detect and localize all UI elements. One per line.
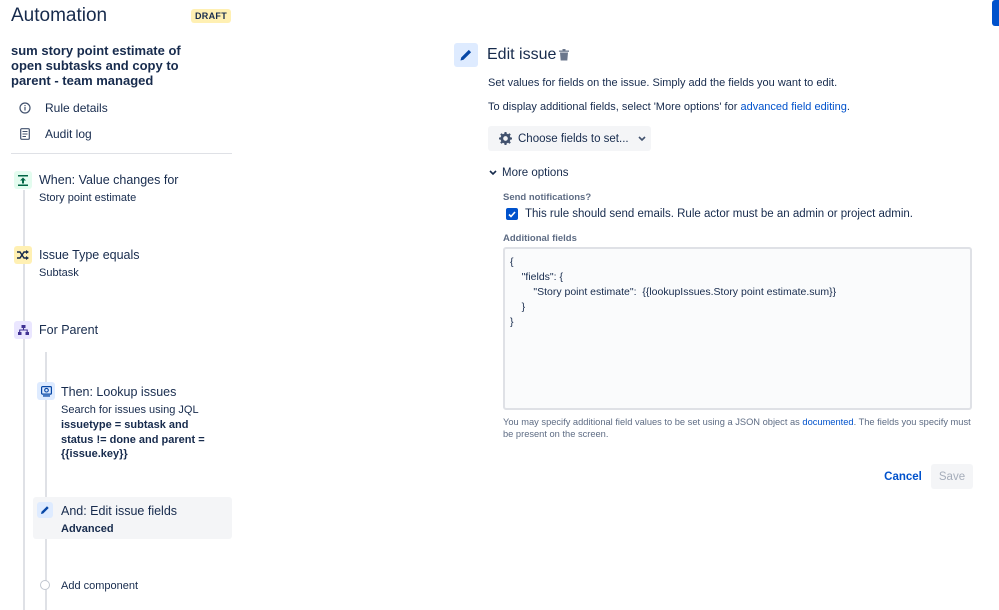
trigger-icon — [14, 171, 32, 189]
nav-audit-log[interactable]: Audit log — [18, 127, 92, 141]
help-text: You may specify additional field values … — [503, 416, 975, 440]
step-subtitle: Search for issues using JQL — [61, 404, 199, 416]
edit-issue-icon — [454, 43, 478, 67]
nav-label: Audit log — [45, 127, 92, 141]
hierarchy-icon — [14, 321, 32, 339]
status-badge: DRAFT — [191, 9, 231, 23]
step-subtitle: Advanced — [61, 523, 114, 535]
additional-fields-label: Additional fields — [503, 233, 577, 244]
add-component-dot — [40, 580, 50, 590]
nav-rule-details[interactable]: Rule details — [18, 101, 108, 115]
shuffle-icon — [14, 246, 32, 264]
choose-fields-label: Choose fields to set... — [518, 132, 629, 145]
additional-fields-editor[interactable]: { "fields": { "Story point estimate": {{… — [503, 247, 972, 410]
send-notifications-checkbox[interactable] — [506, 208, 518, 220]
step-subtitle: Story point estimate — [39, 192, 137, 204]
step-subtitle: Subtask — [39, 267, 79, 279]
description-2: To display additional fields, select 'Mo… — [488, 101, 850, 113]
document-icon — [18, 127, 32, 141]
page-title: Edit issue — [487, 46, 557, 63]
info-icon — [18, 101, 32, 115]
gear-icon — [499, 132, 512, 145]
cancel-button[interactable]: Cancel — [878, 465, 928, 489]
rule-name[interactable]: sum story point estimate of open subtask… — [11, 43, 211, 88]
sidebar-divider — [11, 153, 232, 154]
pencil-icon — [37, 502, 53, 518]
trash-icon[interactable] — [559, 48, 569, 66]
lookup-icon — [37, 382, 55, 400]
description-1: Set values for fields on the issue. Simp… — [488, 77, 838, 89]
step-title: And: Edit issue fields — [61, 504, 178, 518]
app-title: Automation — [11, 5, 108, 26]
step-title: Issue Type equals — [39, 248, 140, 262]
description-2-text: To display additional fields, select 'Mo… — [488, 101, 741, 113]
more-options-label: More options — [502, 167, 569, 179]
description-2-suffix: . — [846, 101, 850, 113]
help-text-prefix: You may specify additional field values … — [503, 417, 803, 427]
nav-label: Rule details — [45, 101, 108, 115]
send-notifications-row[interactable]: This rule should send emails. Rule actor… — [506, 208, 913, 220]
documented-link[interactable]: documented — [802, 417, 853, 427]
chevron-down-icon — [638, 135, 646, 142]
step-title: When: Value changes for — [39, 173, 179, 187]
step-title: Then: Lookup issues — [61, 385, 177, 399]
add-component-link[interactable]: Add component — [61, 580, 138, 592]
edge-tab[interactable] — [992, 0, 999, 26]
save-button[interactable]: Save — [931, 464, 973, 489]
choose-fields-button[interactable]: Choose fields to set... — [488, 126, 651, 151]
chevron-down-icon — [489, 170, 497, 176]
step-title: For Parent — [39, 323, 99, 337]
more-options-toggle[interactable]: More options — [489, 167, 568, 179]
send-notifications-text: This rule should send emails. Rule actor… — [525, 208, 913, 220]
advanced-field-editing-link[interactable]: advanced field editing — [740, 101, 846, 113]
send-notifications-label: Send notifications? — [503, 192, 592, 203]
step-jql: issuetype = subtask and status != done a… — [61, 419, 205, 460]
